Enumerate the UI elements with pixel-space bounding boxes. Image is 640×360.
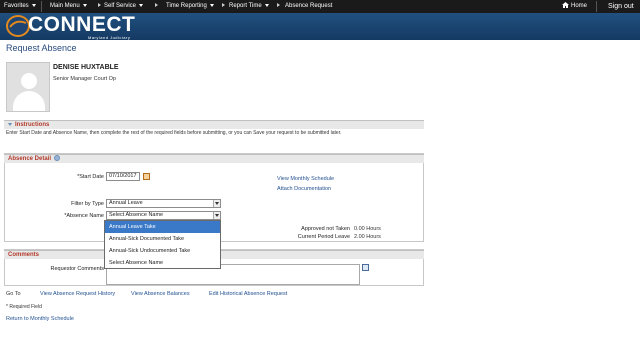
breadcrumb-arrow-icon <box>222 3 225 8</box>
instructions-text: Enter Start Date and Absence Name, then … <box>6 130 342 136</box>
favorites-menu[interactable]: Favorites <box>4 2 36 11</box>
filter-by-type-value: Annual Leave <box>109 200 143 206</box>
connect-logo-text: CONNECT <box>28 13 136 36</box>
sign-out-link[interactable]: Sign out <box>608 2 634 11</box>
swoosh-icon <box>9 20 27 28</box>
breadcrumb-absence-request[interactable]: Absence Request <box>285 2 332 11</box>
chevron-down-icon <box>213 200 220 207</box>
chevron-down-icon <box>213 212 220 219</box>
employee-name: DENISE HUXTABLE <box>53 64 119 71</box>
page-title: Request Absence <box>6 43 77 53</box>
return-to-monthly-schedule-link[interactable]: Return to Monthly Schedule <box>6 316 74 322</box>
spell-check-icon[interactable] <box>362 264 369 271</box>
main-menu-label: Main Menu <box>50 3 80 9</box>
required-field-note: * Required Field <box>6 304 42 310</box>
view-absence-request-history-link[interactable]: View Absence Request History <box>40 291 115 297</box>
dropdown-option[interactable]: Annual-Sick Documented Take <box>105 233 220 245</box>
help-icon[interactable] <box>54 155 61 162</box>
absence-detail-header: Absence Detail <box>4 154 424 163</box>
avatar-head-shape <box>21 73 37 89</box>
goto-label: Go To <box>6 291 21 297</box>
collapse-triangle-icon <box>8 122 12 126</box>
attach-documentation-link[interactable]: Attach Documentation <box>277 186 331 192</box>
approved-not-taken-value: 0.00 Hours <box>354 226 381 232</box>
filter-by-type-label: Filter by Type <box>71 201 104 207</box>
top-navigation-bar: Favorites Main Menu Self Service Time Re… <box>0 0 640 13</box>
home-icon <box>562 2 569 9</box>
current-period-leave-value: 2.00 Hours <box>354 234 381 240</box>
report-time-label: Report Time <box>229 3 262 9</box>
absence-name-select[interactable]: Select Absence Name <box>106 211 221 220</box>
main-menu[interactable]: Main Menu <box>50 2 87 11</box>
connect-logo-subtitle: Maryland Judiciary <box>88 35 131 40</box>
breadcrumb-arrow-icon <box>155 3 158 8</box>
chevron-down-icon <box>209 3 214 7</box>
breadcrumb-self-service[interactable]: Self Service <box>104 2 144 11</box>
start-date-input[interactable]: 07/10/2017 <box>106 172 140 181</box>
breadcrumb-separator <box>273 2 284 11</box>
absence-detail-header-label: Absence Detail <box>8 156 52 162</box>
dropdown-option[interactable]: Annual Leave Take <box>105 221 220 233</box>
instructions-header[interactable]: Instructions <box>4 120 424 129</box>
filter-by-type-select[interactable]: Annual Leave <box>106 199 221 208</box>
calendar-icon[interactable] <box>143 173 150 180</box>
breadcrumb-separator <box>218 2 229 11</box>
connect-logo-icon <box>6 15 30 37</box>
breadcrumb-arrow-icon <box>98 3 101 8</box>
dropdown-option[interactable]: Annual-Sick Undocumented Take <box>105 245 220 257</box>
chevron-down-icon <box>139 3 144 7</box>
absence-name-label: *Absence Name <box>64 213 104 219</box>
view-monthly-schedule-link[interactable]: View Monthly Schedule <box>277 176 334 182</box>
avatar-body-shape <box>13 91 45 111</box>
approved-not-taken-label: Approved not Taken <box>301 226 350 232</box>
instructions-header-label: Instructions <box>15 122 50 128</box>
nav-divider <box>41 1 42 12</box>
breadcrumb-arrow-icon <box>277 3 280 8</box>
current-period-leave-label: Current Period Leave <box>297 234 350 240</box>
avatar <box>6 62 50 112</box>
chevron-down-icon <box>264 3 269 7</box>
employee-title: Senior Manager Court Op <box>53 76 116 82</box>
absence-name-value: Select Absence Name <box>109 212 164 218</box>
start-date-label: *Start Date <box>77 174 104 180</box>
requestor-comments-label: Requestor Comments <box>50 266 105 272</box>
dropdown-option[interactable]: Select Absence Name <box>105 257 220 269</box>
absence-name-dropdown-list: Annual Leave Take Annual-Sick Documented… <box>104 220 221 269</box>
chevron-down-icon <box>82 3 87 7</box>
nav-divider <box>596 1 597 12</box>
connect-banner: CONNECT Maryland Judiciary <box>0 13 640 40</box>
edit-historical-absence-request-link[interactable]: Edit Historical Absence Request <box>209 291 287 297</box>
breadcrumb-report-time[interactable]: Report Time <box>229 2 269 11</box>
home-label: Home <box>571 3 588 9</box>
chevron-down-icon <box>31 3 36 7</box>
home-link[interactable]: Home <box>562 2 587 11</box>
breadcrumb-time-reporting[interactable]: Time Reporting <box>166 2 214 11</box>
favorites-label: Favorites <box>4 3 29 9</box>
view-absence-balances-link[interactable]: View Absence Balances <box>131 291 190 297</box>
self-service-label: Self Service <box>104 3 137 9</box>
time-reporting-label: Time Reporting <box>166 3 207 9</box>
breadcrumb-separator <box>151 2 162 11</box>
